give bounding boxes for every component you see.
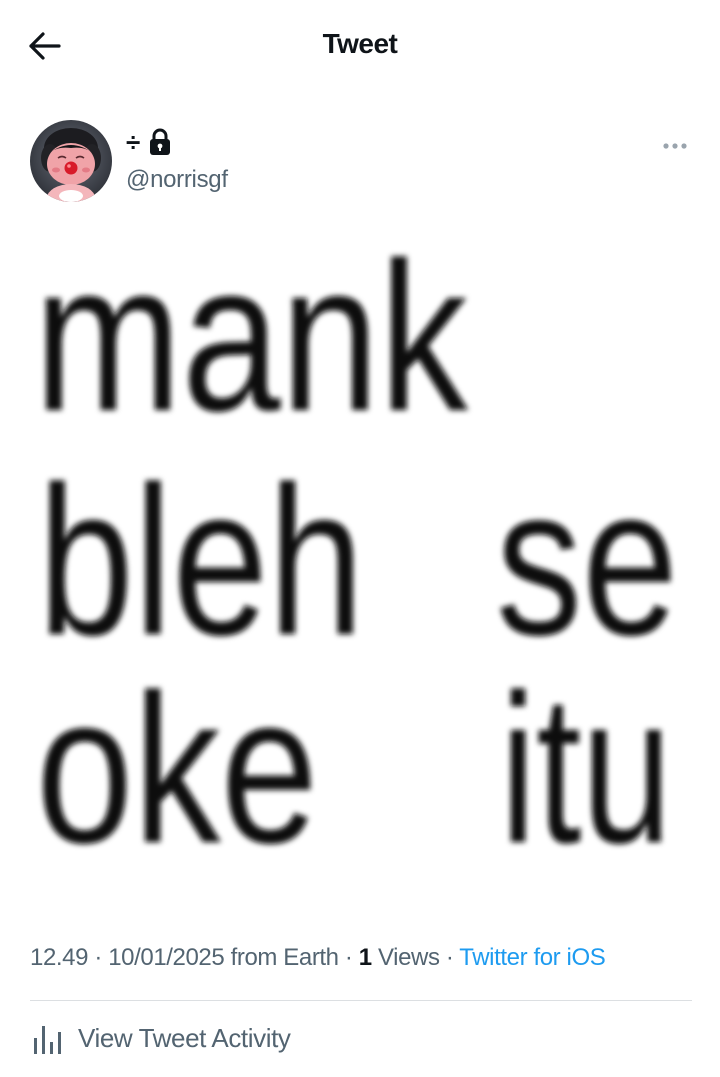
media-word-itu: itu [500,650,672,887]
avatar-image [30,120,112,202]
header-bar: Tweet [0,0,720,90]
more-horizontal-icon [663,143,687,149]
author-handle[interactable]: @norrisgf [126,166,228,194]
media-word-se: se [496,442,678,679]
media-word-mank: mank [34,232,469,455]
lock-icon [148,128,172,156]
tweet-location: from Earth [224,944,339,971]
avatar[interactable] [30,120,112,202]
media-word-oke: oke [36,650,318,887]
more-options-button[interactable] [660,134,690,158]
divider [30,1000,692,1001]
meta-separator: · [88,944,109,971]
bar-chart-icon [30,1020,66,1056]
tweet-date: 10/01/2025 [108,944,225,971]
views-label: Views [371,944,440,971]
tweet-time: 12.49 [30,944,89,971]
views-count: 1 [358,944,372,971]
meta-separator: · [338,944,359,971]
tweet-meta: 12.49 · 10/01/2025 from Earth · 1 Views … [30,944,606,972]
tweet-source-link[interactable]: Twitter for iOS [459,944,605,971]
media-word-bleh: bleh [38,442,364,679]
tweet-author: ÷ @norrisgf [30,120,690,204]
page-title: Tweet [322,28,398,59]
activity-label: View Tweet Activity [78,1022,291,1053]
tweet-media-image[interactable]: mank bleh se oke itu [30,218,690,922]
author-name-row[interactable]: ÷ [126,125,172,159]
meta-separator: · [439,944,460,971]
view-tweet-activity-button[interactable]: View Tweet Activity [30,1018,291,1058]
media-canvas: mank bleh se oke itu [30,218,690,922]
display-name: ÷ [126,127,141,157]
